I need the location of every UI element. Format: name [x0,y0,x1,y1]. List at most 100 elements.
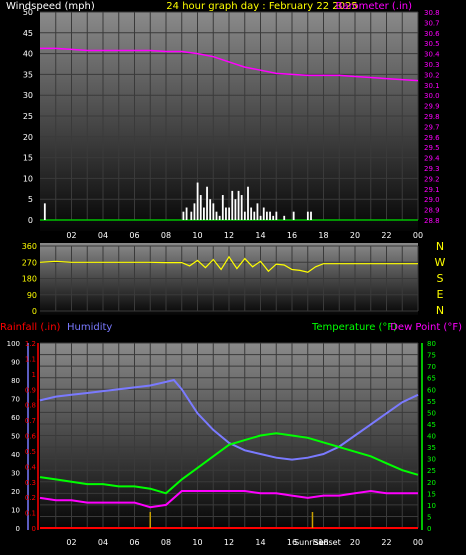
wind-bar [218,215,221,220]
wind-direction-panel: 090180270360 NWSEN [22,240,446,317]
y-tick-label: 65 [427,375,436,383]
wind-bar [206,186,208,220]
x-tick-label: 00 [413,231,423,240]
wind-bar [243,211,246,220]
y-tick-label: 20 [427,479,436,487]
wind-bar [234,199,237,220]
temperature-axis-ticks: 0 5 10 15 20 25 30 35 40 45 50 55 60 65 70 75 80 [427,340,436,533]
y-tick-label: 0.8 [25,402,36,410]
x-tick-label: 06 [129,538,139,547]
x-tick-label: 04 [98,231,108,240]
weather-chart: Windspeed (mph) 24 hour graph day : Febr… [0,1,462,547]
y-tick-label: 29.2 [424,175,440,183]
y-tick-label: 270 [22,258,37,267]
y-tick-label: 0.4 [25,463,37,471]
wind-bar [185,207,188,220]
y-tick-label: 70 [427,363,436,371]
y-tick-label: 29.8 [424,113,440,121]
y-tick-label: 20 [23,133,33,142]
y-tick-label: 10 [11,507,20,515]
y-tick-label: 60 [11,414,20,422]
y-tick-label: 30.6 [424,30,440,38]
y-tick-label: 29.3 [424,165,440,173]
compass-label: N [436,304,444,317]
y-tick-label: 30.3 [424,61,440,69]
wind-bar [43,203,46,220]
compass-labels: NWSEN [435,240,446,317]
y-tick-label: 40 [427,433,436,441]
x-tick-label: 14 [255,231,265,240]
y-tick-label: 29.6 [424,134,440,142]
y-tick-label: 40 [11,451,20,459]
y-tick-label: 0.9 [25,386,36,394]
y-tick-label: 0 [16,525,20,533]
y-tick-label: 70 [11,396,20,404]
y-tick-label: 29.4 [424,155,440,163]
wind-bar [310,211,312,220]
dewpoint-header: Dew Point (°F) [390,322,462,333]
y-tick-label: 30 [427,456,436,464]
chart-title: 24 hour graph day : February 22 2025 [166,1,357,12]
y-tick-label: 50 [23,8,33,17]
y-tick-label: 28.8 [424,217,440,225]
y-tick-label: 45 [23,29,33,38]
compass-label: E [437,288,444,301]
barometer-header: Barometer (.in) [336,1,412,12]
y-tick-label: 75 [427,352,436,360]
temperature-header: Temperature (°F) [311,322,397,333]
y-tick-label: 29.0 [424,196,440,204]
y-tick-label: 1.1 [25,355,36,363]
y-tick-label: 80 [11,377,20,385]
compass-label: S [437,272,444,285]
x-tick-label: 12 [224,538,234,547]
y-tick-label: 0 [427,525,431,533]
humidity-header: Humidity [67,322,112,333]
y-tick-label: 45 [427,421,436,429]
y-tick-label: 40 [23,50,33,59]
sunset-label: Sunset [313,538,340,547]
y-tick-label: 360 [22,242,37,251]
wind-bar [228,207,230,220]
wind-bar [306,211,309,220]
x-tick-label: 18 [318,231,328,240]
wind-bar [256,203,259,220]
wind-bar [199,195,202,220]
wind-bar [193,203,196,220]
wind-barometer-panel: 0 5 10 15 20 25 30 35 40 45 50 28.8 28.9 29.0 29.1 29.… [23,8,440,240]
y-tick-label: 55 [427,398,436,406]
x-tick-label: 12 [224,231,234,240]
windspeed-axis-ticks: 0 5 10 15 20 25 30 35 40 45 50 [23,8,33,225]
compass-label: W [435,256,446,269]
wind-bar [237,190,240,220]
x-tick-label: 06 [129,231,139,240]
y-tick-label: 15 [23,154,33,163]
wind-bar [262,207,265,220]
y-tick-label: 0.2 [25,494,36,502]
wind-bar [272,215,275,220]
y-tick-label: 0 [28,216,33,225]
wind-bar [240,195,243,220]
x-tick-label: 00 [413,538,423,547]
y-tick-label: 29.9 [424,103,440,111]
y-tick-label: 30 [23,91,33,100]
y-tick-label: 90 [11,359,20,367]
wind-bar [259,215,262,220]
y-tick-label: 30 [11,470,20,478]
x-tick-label: 04 [98,538,108,547]
x-tick-label: 08 [161,231,171,240]
y-tick-label: 90 [27,291,37,300]
y-tick-label: 0.6 [25,433,37,441]
y-tick-label: 29.7 [424,123,440,131]
wind-bar [221,195,224,220]
wind-bar [269,211,271,220]
wind-bar [203,207,205,220]
y-tick-label: 0 [32,525,36,533]
y-tick-label: 30.2 [424,71,440,79]
y-tick-label: 29.1 [424,186,440,194]
x-tick-label: 08 [161,538,171,547]
y-tick-label: 50 [11,433,20,441]
y-tick-label: 50 [427,409,436,417]
y-tick-label: 100 [7,340,20,348]
direction-axis-ticks: 0 90 180 270 360 [22,242,37,316]
x-tick-label: 22 [381,538,391,547]
